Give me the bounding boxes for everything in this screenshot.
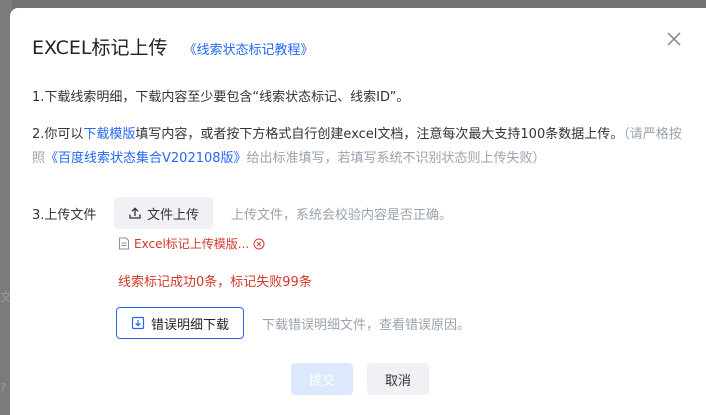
upload-label: 3.上传文件 (32, 207, 97, 223)
error-download-row: 错误明细下载 下载错误明细文件，查看错误原因。 (116, 307, 470, 339)
file-upload-button[interactable]: 文件上传 (114, 197, 214, 229)
upload-icon (129, 207, 141, 219)
status-collection-link[interactable]: 《百度线索状态集合V202108版》 (45, 151, 247, 166)
upload-result-message: 线索标记成功0条，标记失败99条 (118, 275, 312, 290)
uploaded-file-name: Excel标记上传模版... (134, 237, 250, 251)
dialog-header: EXCEL标记上传 《线索状态标记教程》 (32, 33, 314, 60)
step-2-prefix: 2.你可以 (32, 127, 84, 142)
upload-row: 3.上传文件 文件上传 上传文件，系统会校验内容是否正确。 (32, 197, 452, 229)
background-help-icon: ? (0, 381, 7, 395)
cancel-button[interactable]: 取消 (367, 363, 429, 395)
excel-upload-dialog: EXCEL标记上传 《线索状态标记教程》 1.下载线索明细，下载内容至少要包含“… (10, 8, 706, 415)
close-icon[interactable] (664, 29, 684, 49)
download-template-link[interactable]: 下载模版 (83, 127, 135, 142)
dialog-footer: 提交 取消 (291, 363, 429, 395)
remove-file-icon[interactable] (253, 238, 265, 250)
step-2-middle: 填写内容，或者按下方格式自行创建excel文档，注意每次最大支持100条数据上传… (135, 127, 624, 142)
error-detail-download-button[interactable]: 错误明细下载 (116, 307, 245, 339)
step-2-note-close: 给出标准填写，若填写系统不识别状态则上传失败） (246, 151, 546, 166)
tutorial-link[interactable]: 《线索状态标记教程》 (184, 39, 314, 58)
uploaded-file-item: Excel标记上传模版... (118, 235, 265, 252)
dialog-title: EXCEL标记上传 (32, 37, 168, 59)
error-download-hint: 下载错误明细文件，查看错误原因。 (262, 317, 471, 333)
instruction-step-1: 1.下载线索明细，下载内容至少要包含“线索状态标记、线索ID”。 (32, 90, 410, 105)
upload-hint: 上传文件，系统会校验内容是否正确。 (231, 207, 453, 223)
instruction-step-2: 2.你可以下载模版填写内容，或者按下方格式自行创建excel文档，注意每次最大支… (32, 123, 692, 171)
download-icon (131, 316, 145, 330)
submit-button[interactable]: 提交 (291, 363, 353, 395)
file-upload-label: 文件上传 (147, 207, 200, 223)
error-download-label: 错误明细下载 (151, 317, 230, 333)
document-icon (119, 237, 129, 250)
